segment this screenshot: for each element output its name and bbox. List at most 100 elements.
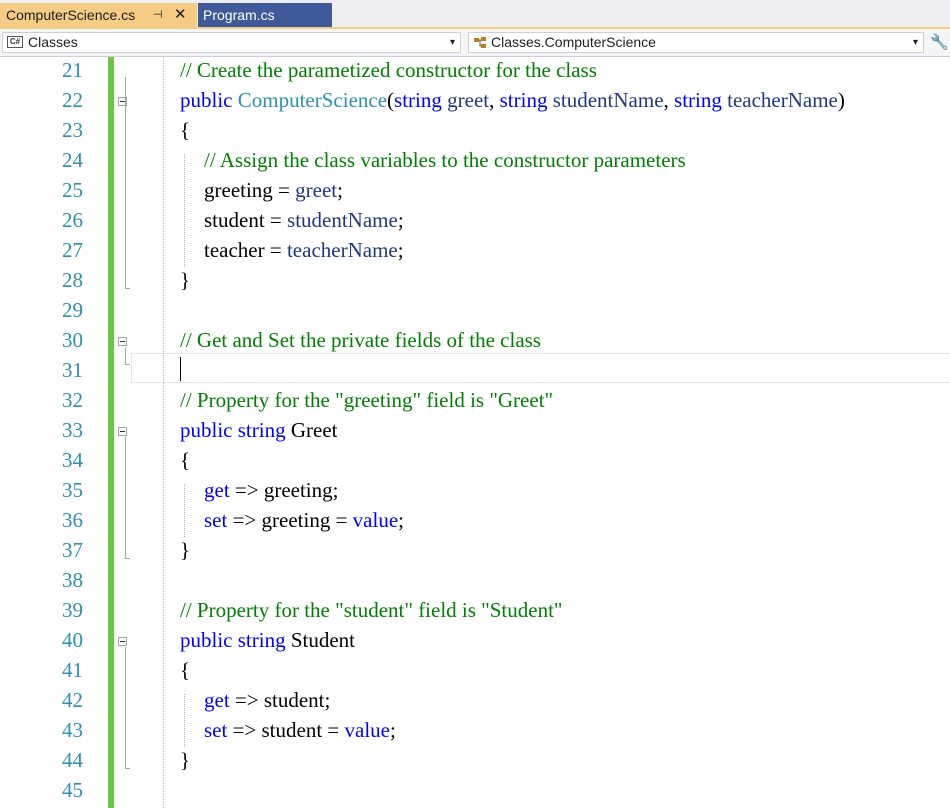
code-line[interactable]: } [180,538,190,563]
code-line-content: // Property for the "greeting" field is … [180,388,553,412]
code-token: { [180,448,191,472]
code-line[interactable]: public string Greet [180,418,337,443]
outline-region-end [125,768,130,769]
code-line[interactable]: { [180,448,190,473]
code-line-content: public string Greet [180,418,337,442]
indent-guide [184,154,185,267]
code-token: { [180,658,191,682]
outline-region-end [125,558,130,559]
chevron-down-icon[interactable]: ▾ [450,33,455,52]
code-token: } [180,748,191,772]
code-line[interactable]: public ComputerScience(string greet, str… [180,88,845,113]
code-line[interactable]: public string Student [180,628,355,653]
code-token: value [344,718,391,742]
code-line[interactable]: set => student = value; [180,718,396,743]
collapse-region-icon[interactable] [118,637,127,646]
code-line-content: greeting = greet; [204,178,343,202]
code-token: string [394,88,448,112]
code-line-content: // Property for the "student" field is "… [180,598,563,622]
code-token: // Property for the "greeting" field is … [180,388,554,412]
close-icon[interactable]: ✕ [174,3,187,27]
line-number: 30 [62,328,83,352]
code-token: , [489,88,500,112]
code-token: ; [390,718,396,742]
code-token: ; [398,508,404,532]
code-token: teacherName [286,238,398,262]
code-token: { [180,118,191,142]
change-tracking-bar [108,57,114,808]
outline-region-line [125,77,126,288]
code-token: set [204,508,228,532]
code-token: // Property for the "student" field is "… [180,598,563,622]
code-token: get [204,478,230,502]
code-line[interactable]: set => greeting = value; [180,508,404,533]
code-line-content: public ComputerScience(string greet, str… [180,88,845,112]
code-token: ( [387,88,395,112]
project-dropdown[interactable]: C# Classes ▾ [2,32,461,53]
collapse-region-icon[interactable] [118,427,127,436]
code-line[interactable]: { [180,658,190,683]
code-line-content: // Get and Set the private fields of the… [180,328,541,352]
line-number: 23 [62,118,83,142]
code-line[interactable]: student = studentName; [180,208,404,233]
code-token: studentName [552,88,664,112]
code-line[interactable]: // Property for the "student" field is "… [180,598,563,623]
document-tab-strip: ComputerScience.cs ⊣ ✕ Program.cs [0,0,950,27]
code-token: public [180,418,238,442]
code-line-content: } [180,748,190,772]
code-token: ) [837,88,845,112]
tab-computerscience-cs[interactable]: ComputerScience.cs ⊣ ✕ [0,3,197,27]
type-name: Classes.ComputerScience [491,34,656,50]
code-token: public [180,628,238,652]
code-line[interactable]: get => student; [180,688,330,713]
code-token: string [237,628,291,652]
code-line[interactable]: // Get and Set the private fields of the… [180,328,541,353]
collapse-region-icon[interactable] [118,337,127,346]
line-number: 29 [62,298,83,322]
code-token: teacherName [727,88,838,112]
pin-icon[interactable]: ⊣ [153,3,163,27]
code-line[interactable]: } [180,748,190,773]
code-editor[interactable]: 21 // Create the parametized constructor … [0,57,950,808]
outline-region-end [125,364,130,365]
code-token: student = [204,208,288,232]
code-line[interactable]: get => greeting; [180,478,338,503]
line-number: 38 [62,568,83,592]
line-number: 34 [62,448,83,472]
chevron-down-icon[interactable]: ▾ [913,33,918,52]
outline-region-line [125,348,126,364]
indent-guide [184,694,185,747]
code-line[interactable]: { [180,118,190,143]
code-line-content: } [180,268,190,292]
code-token: } [180,538,191,562]
line-number: 42 [62,688,83,712]
code-line[interactable]: // Property for the "greeting" field is … [180,388,553,413]
wrench-icon[interactable]: 🔧 [930,33,949,51]
code-token: => greeting = [227,508,353,532]
type-dropdown[interactable]: Classes.ComputerScience ▾ [468,32,924,53]
code-line-content: // Assign the class variables to the con… [204,148,686,172]
code-token: => greeting; [229,478,339,502]
line-number: 32 [62,388,83,412]
code-line[interactable]: teacher = teacherName; [180,238,404,263]
code-token: set [204,718,228,742]
code-line[interactable]: } [180,268,190,293]
code-token: string [237,418,291,442]
code-line[interactable]: // Create the parametized constructor fo… [180,58,597,83]
code-line[interactable]: // Assign the class variables to the con… [180,148,686,173]
text-caret [180,357,181,381]
code-token: studentName [287,208,398,232]
indent-guide [163,57,164,808]
line-number: 35 [62,478,83,502]
tab-program-cs[interactable]: Program.cs [198,3,332,27]
indent-guide [184,484,185,537]
line-number: 21 [62,58,83,82]
code-line[interactable]: greeting = greet; [180,178,343,203]
outline-region-end [125,288,130,289]
code-line-content: get => greeting; [204,478,338,502]
code-token: ; [337,178,343,202]
code-line-content: set => student = value; [204,718,396,742]
code-token: Student [290,628,356,652]
outline-region-line [125,647,126,768]
line-number: 39 [62,598,83,622]
